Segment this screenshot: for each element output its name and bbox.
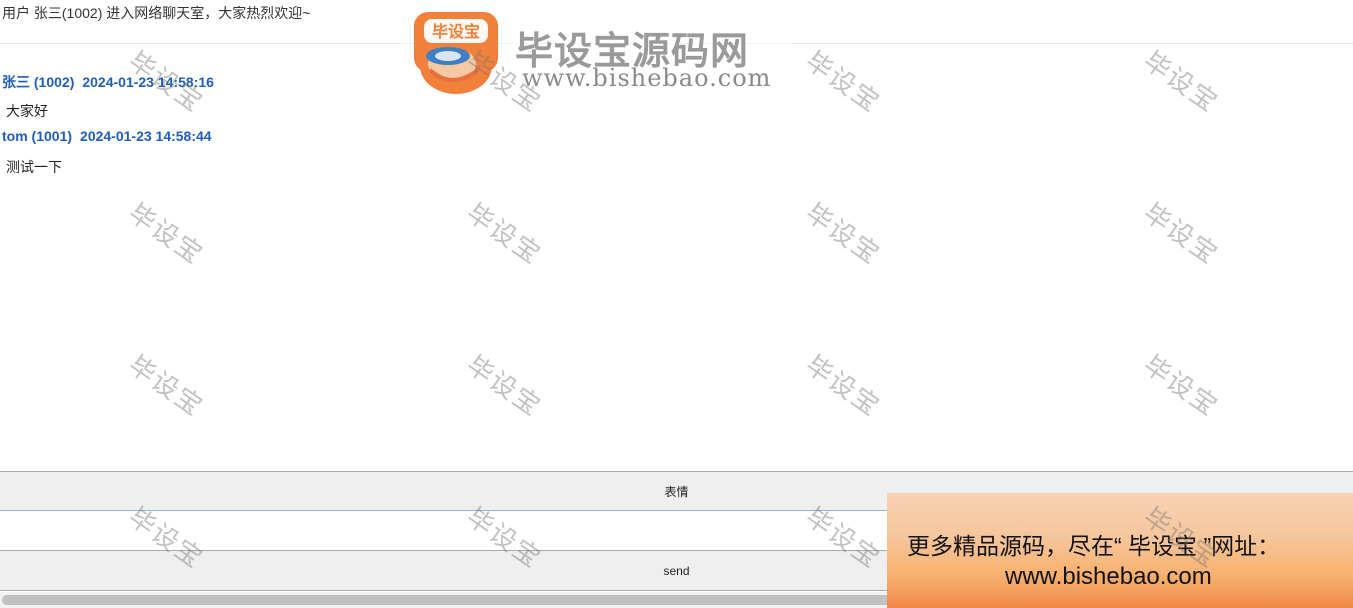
message-text: 测试一下 [6,159,62,175]
logo-badge-text: 毕设宝 [432,22,480,41]
message-user: 张三 (1002) [2,74,75,90]
logo-url: www.bishebao.com [522,64,772,92]
site-logo-watermark: 毕设宝 毕设宝源码网 www.bishebao.com [400,0,792,104]
chat-room-page: 用户 张三(1002) 进入网络聊天室，大家热烈欢迎~ 张三 (1002) 202… [0,0,1353,608]
message-user: tom (1001) [2,128,73,144]
promo-text: 更多精品源码，尽在“ 毕设宝 ”网址： [907,533,1281,559]
brand-logo-icon: 毕设宝 [414,12,498,94]
join-notice-text: 用户 张三(1002) 进入网络聊天室，大家热烈欢迎~ [2,5,311,21]
message-time: 2024-01-23 14:58:44 [80,128,212,144]
message-list: 张三 (1002) 2024-01-23 14:58:16 大家好 tom (10… [0,44,1353,472]
message-header: tom (1001) 2024-01-23 14:58:44 [2,128,212,144]
message-header: 张三 (1002) 2024-01-23 14:58:16 [2,72,214,92]
promo-banner: 更多精品源码，尽在“ 毕设宝 ”网址： www.bishebao.com [887,493,1353,608]
promo-url: www.bishebao.com [1005,563,1212,590]
message-text: 大家好 [6,103,48,119]
message-time: 2024-01-23 14:58:16 [82,74,214,90]
